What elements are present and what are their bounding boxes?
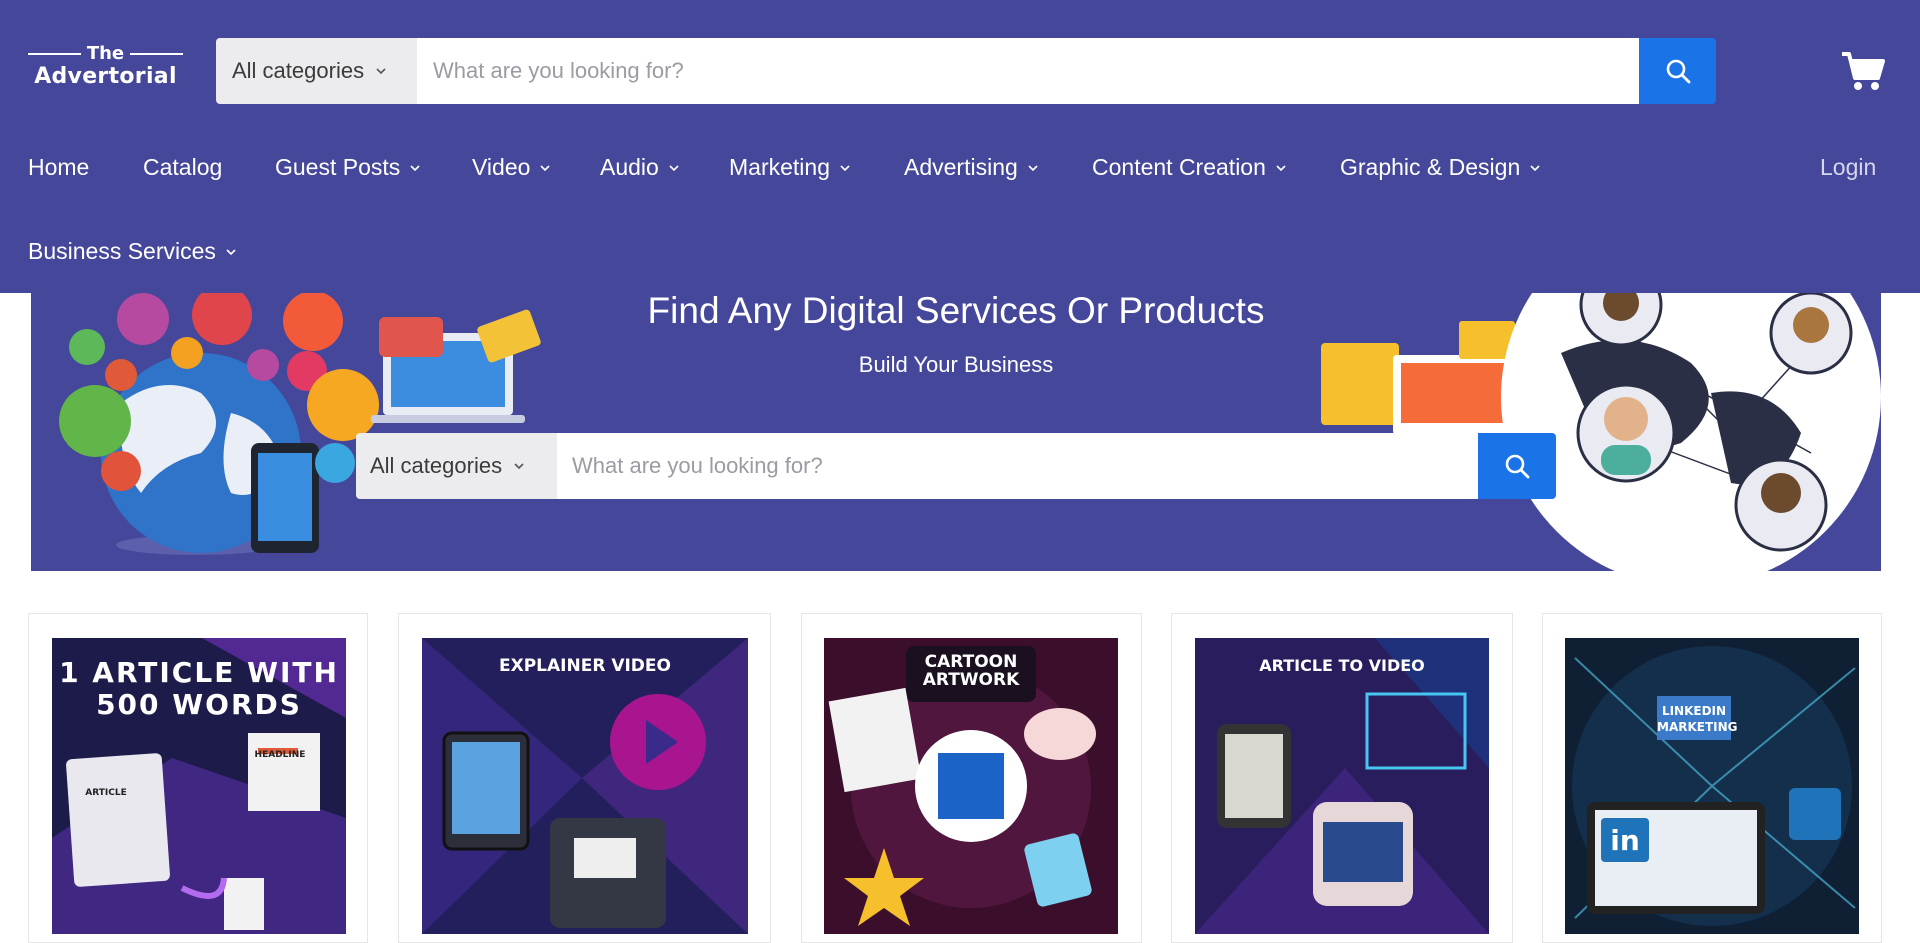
hero-category-label: All categories [370, 453, 503, 478]
thumb-title-line1: LINKEDIN [1661, 704, 1727, 718]
product-card[interactable]: LINKEDIN MARKETING in [1542, 613, 1882, 943]
thumb-title-line1: 1 ARTICLE WITH [59, 656, 339, 689]
nav-graphic-design-label: Graphic & Design [1340, 154, 1521, 180]
chevron-down-icon [410, 164, 420, 171]
header-search-input[interactable] [417, 38, 1639, 104]
hero-search-button[interactable] [1478, 433, 1556, 499]
product-image [1195, 638, 1489, 934]
product-card[interactable]: ARTICLE TO VIDEO [1171, 613, 1513, 943]
chevron-down-icon [1028, 164, 1038, 171]
nav-catalog[interactable]: Catalog [143, 154, 222, 181]
hero-search-bar: All categories [356, 433, 1556, 499]
thumb-title-line2: MARKETING [1657, 720, 1738, 734]
thumb-title-line2: ARTWORK [922, 670, 1020, 690]
product-thumbnail[interactable]: LINKEDIN MARKETING in [1565, 638, 1859, 934]
nav-catalog-label: Catalog [143, 154, 223, 180]
chevron-down-icon [669, 164, 679, 171]
nav-business-services-label: Business Services [28, 238, 216, 264]
header-search-bar: All categories [216, 38, 1716, 104]
product-card[interactable]: 1 ARTICLE WITH 500 WORDS HEADLINE ARTICL… [28, 613, 368, 943]
nav-video-label: Video [472, 154, 531, 180]
nav-content-creation[interactable]: Content Creation [1092, 154, 1286, 181]
thumb-title: ARTICLE TO VIDEO [1259, 656, 1425, 675]
nav-home-label: Home [28, 154, 90, 180]
logo-line1: The [28, 44, 183, 64]
nav-advertising-label: Advertising [904, 154, 1018, 180]
chevron-down-icon [1276, 164, 1286, 171]
hero-illustration [59, 293, 1881, 571]
search-icon [1505, 454, 1530, 479]
nav-marketing-label: Marketing [729, 154, 830, 180]
product-thumbnail[interactable]: 1 ARTICLE WITH 500 WORDS HEADLINE ARTICL… [52, 638, 346, 934]
nav-audio[interactable]: Audio [600, 154, 679, 181]
chevron-down-icon [540, 164, 550, 171]
hero-title: Find Any Digital Services Or Products [647, 290, 1265, 331]
thumb-title-line2: 500 WORDS [96, 688, 302, 721]
product-card[interactable]: CARTOON ARTWORK [801, 613, 1142, 943]
header-category-select[interactable]: All categories [216, 38, 417, 104]
nav-advertising[interactable]: Advertising [904, 154, 1038, 181]
header-category-label: All categories [232, 58, 365, 83]
header-search-button[interactable] [1639, 38, 1716, 104]
nav-guest-posts-label: Guest Posts [275, 154, 401, 180]
product-card[interactable]: EXPLAINER VIDEO [398, 613, 771, 943]
thumb-title: EXPLAINER VIDEO [498, 656, 671, 676]
login-label: Login [1820, 154, 1877, 180]
site-header: The Advertorial All categories Home Cata… [0, 0, 1920, 293]
nav-home[interactable]: Home [28, 154, 89, 181]
cart-icon[interactable] [1840, 50, 1886, 92]
nav-graphic-design[interactable]: Graphic & Design [1340, 154, 1540, 181]
chevron-down-icon [226, 248, 236, 255]
chevron-down-icon [514, 463, 524, 470]
hero-subtitle: Build Your Business [858, 352, 1054, 377]
product-thumbnail[interactable]: CARTOON ARTWORK [824, 638, 1118, 934]
nav-marketing[interactable]: Marketing [729, 154, 850, 181]
chevron-down-icon [840, 164, 850, 171]
nav-video[interactable]: Video [472, 154, 550, 181]
chevron-down-icon [376, 68, 386, 75]
product-thumbnail[interactable]: EXPLAINER VIDEO [422, 638, 748, 934]
hero-search-input[interactable] [557, 433, 1478, 499]
thumb-title-line1: CARTOON [924, 652, 1018, 672]
search-icon [1666, 59, 1690, 84]
nav-guest-posts[interactable]: Guest Posts [275, 154, 420, 181]
nav-business-services[interactable]: Business Services [28, 238, 236, 265]
thumb-badge-headline: HEADLINE [254, 750, 306, 760]
login-link[interactable]: Login [1820, 154, 1876, 181]
site-logo[interactable]: The Advertorial [28, 44, 183, 90]
product-thumbnail[interactable]: ARTICLE TO VIDEO [1195, 638, 1489, 934]
logo-line2: Advertorial [34, 64, 177, 89]
product-image [1565, 638, 1859, 934]
linkedin-logo: in [1610, 824, 1640, 857]
hero-banner [31, 293, 1881, 571]
chevron-down-icon [1530, 164, 1540, 171]
thumb-badge-article: ARTICLE [85, 788, 127, 798]
product-image [422, 638, 748, 934]
nav-content-creation-label: Content Creation [1092, 154, 1266, 180]
nav-audio-label: Audio [600, 154, 659, 180]
hero-category-select[interactable]: All categories [356, 433, 557, 499]
